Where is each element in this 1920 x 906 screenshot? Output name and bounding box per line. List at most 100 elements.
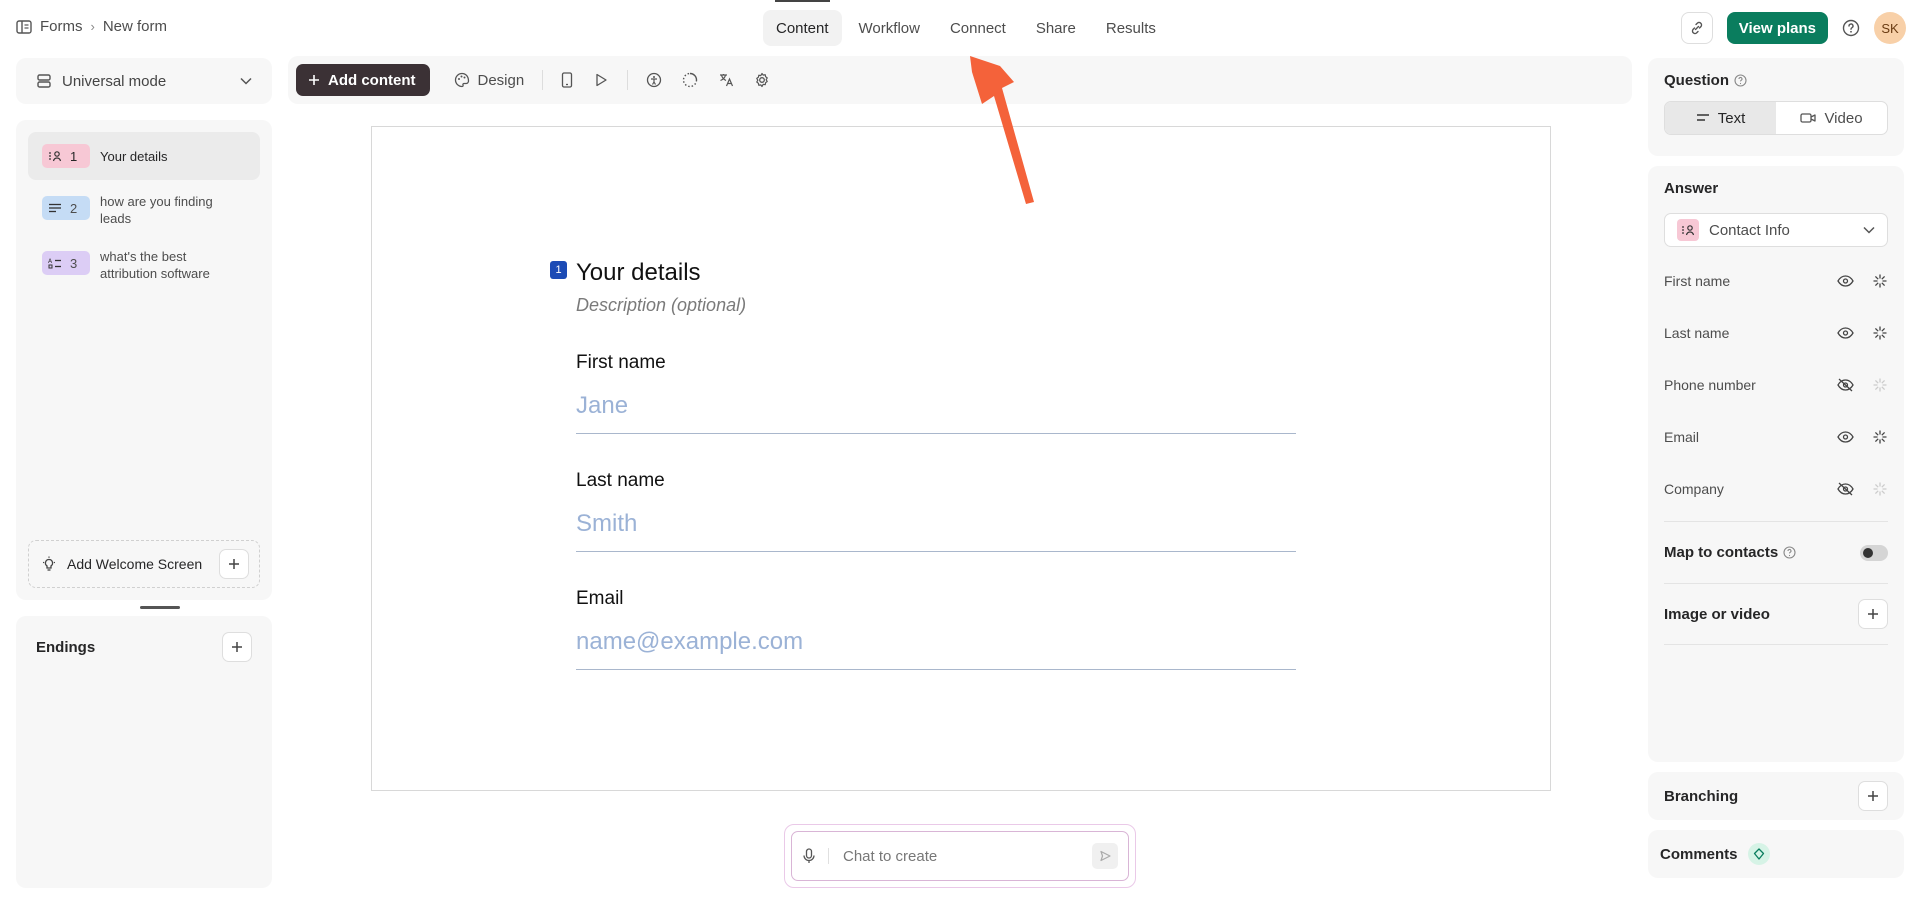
lightbulb-icon <box>43 556 55 571</box>
right-sidebar: Question Text Video Answer Contact Info <box>1648 58 1904 878</box>
breadcrumb-forms-link[interactable]: Forms <box>40 18 83 35</box>
tab-share[interactable]: Share <box>1023 10 1089 46</box>
format-text-button[interactable]: Text <box>1665 102 1776 134</box>
accessibility-button[interactable] <box>638 64 670 96</box>
question-title[interactable]: Your details <box>576 257 1296 289</box>
required-asterisk-icon[interactable] <box>1872 325 1888 341</box>
top-bar: Forms › New form Content Workflow Connec… <box>0 0 1920 56</box>
add-media-button[interactable] <box>1858 599 1888 629</box>
breadcrumb-current[interactable]: New form <box>103 18 167 35</box>
link-icon <box>1691 21 1702 35</box>
translate-button[interactable] <box>710 64 742 96</box>
question-section-title: Question <box>1664 72 1730 89</box>
plus-icon <box>1868 791 1878 801</box>
eye-icon[interactable] <box>1837 275 1854 287</box>
palette-icon <box>454 72 469 88</box>
list-item-question-1[interactable]: 1 Your details <box>28 132 260 180</box>
tab-workflow[interactable]: Workflow <box>846 10 933 46</box>
answer-type-select[interactable]: Contact Info <box>1664 213 1888 247</box>
contact-field-row: Email <box>1664 411 1888 463</box>
email-label[interactable]: Email <box>576 588 1296 610</box>
chevron-right-icon: › <box>90 19 95 34</box>
layers-icon <box>37 74 51 88</box>
eye-off-icon[interactable] <box>1837 482 1854 496</box>
view-plans-button[interactable]: View plans <box>1726 12 1828 44</box>
progress-button[interactable] <box>674 64 706 96</box>
last-name-label[interactable]: Last name <box>576 470 1296 492</box>
info-icon <box>1783 546 1796 559</box>
translate-icon <box>720 74 734 87</box>
mode-label: Universal mode <box>62 72 167 90</box>
add-content-button[interactable]: Add content <box>296 64 430 96</box>
header-actions: View plans SK <box>1680 12 1906 44</box>
contact-field-list: First name Last name Phone number Email … <box>1664 255 1888 515</box>
format-video-button[interactable]: Video <box>1776 102 1887 134</box>
add-ending-button[interactable] <box>222 632 252 662</box>
eye-off-icon[interactable] <box>1837 378 1854 392</box>
question-preview: 1 Your details Description (optional) Fi… <box>550 257 1296 670</box>
list-item-question-2[interactable]: 2 how are you finding leads <box>28 184 260 235</box>
chevron-down-icon <box>240 77 252 85</box>
gear-icon <box>756 72 769 88</box>
avatar[interactable]: SK <box>1874 12 1906 44</box>
chat-input[interactable]: Chat to create <box>791 831 1129 881</box>
mobile-preview-button[interactable] <box>553 64 581 96</box>
question-type-badge: A 3 <box>42 251 90 275</box>
required-asterisk-icon[interactable] <box>1872 273 1888 289</box>
add-welcome-button[interactable] <box>219 549 249 579</box>
email-field[interactable]: name@example.com <box>576 628 1296 670</box>
chat-box: Chat to create <box>784 824 1136 888</box>
help-icon[interactable] <box>1842 19 1860 37</box>
add-welcome-screen[interactable]: Add Welcome Screen <box>28 540 260 588</box>
welcome-label: Add Welcome Screen <box>67 556 203 572</box>
question-description[interactable]: Description (optional) <box>576 295 1296 316</box>
toolbar-divider <box>542 70 544 90</box>
list-item-question-3[interactable]: A 3 what's the best attribution software <box>28 239 260 290</box>
text-lines-icon <box>1696 114 1709 121</box>
contact-field-row: First name <box>1664 255 1888 307</box>
comments-panel[interactable]: Comments <box>1648 830 1904 878</box>
diamond-badge-icon <box>1747 843 1770 865</box>
eye-icon[interactable] <box>1837 327 1854 339</box>
tab-results[interactable]: Results <box>1093 10 1169 46</box>
editor-toolbar: Add content Design <box>288 56 1632 104</box>
branching-label: Branching <box>1664 787 1739 805</box>
plus-icon <box>1868 609 1878 619</box>
question-number-badge: 1 <box>550 261 567 279</box>
copy-link-button[interactable] <box>1680 12 1713 44</box>
question-list: 1 Your details 2 how are you finding lea… <box>16 120 272 600</box>
panel-resize-handle[interactable] <box>140 606 180 609</box>
tab-connect[interactable]: Connect <box>937 10 1019 46</box>
tab-content[interactable]: Content <box>763 0 842 46</box>
endings-panel: Endings <box>16 616 272 888</box>
first-name-label[interactable]: First name <box>576 352 1296 374</box>
answer-section-title: Answer <box>1664 180 1719 197</box>
accessibility-icon <box>647 72 662 88</box>
plus-icon <box>309 75 319 85</box>
first-name-field[interactable]: Jane <box>576 392 1296 434</box>
last-name-field[interactable]: Smith <box>576 510 1296 552</box>
map-to-contacts-toggle[interactable] <box>1860 544 1888 561</box>
contact-info-icon <box>1677 219 1699 241</box>
contact-field-row: Company <box>1664 463 1888 515</box>
breadcrumb: Forms › New form <box>16 18 167 35</box>
mode-selector[interactable]: Universal mode <box>16 58 272 104</box>
question-type-badge: 1 <box>42 144 90 168</box>
preview-button[interactable] <box>585 64 617 96</box>
required-asterisk-icon[interactable] <box>1872 481 1888 497</box>
settings-button[interactable] <box>746 64 778 96</box>
multiple-choice-icon: A <box>48 258 61 269</box>
image-or-video-row: Image or video <box>1664 583 1888 645</box>
design-button[interactable]: Design <box>446 64 533 96</box>
play-icon <box>596 73 607 87</box>
send-button[interactable] <box>1092 843 1118 869</box>
add-branching-button[interactable] <box>1858 781 1888 811</box>
plus-icon <box>232 642 242 652</box>
required-asterisk-icon[interactable] <box>1872 429 1888 445</box>
required-asterisk-icon[interactable] <box>1872 377 1888 393</box>
info-icon <box>1734 74 1747 87</box>
question-format-toggle: Text Video <box>1664 101 1888 135</box>
microphone-icon[interactable] <box>802 848 829 864</box>
eye-icon[interactable] <box>1837 431 1854 443</box>
left-sidebar: Universal mode 1 Your details 2 how are … <box>16 58 272 888</box>
